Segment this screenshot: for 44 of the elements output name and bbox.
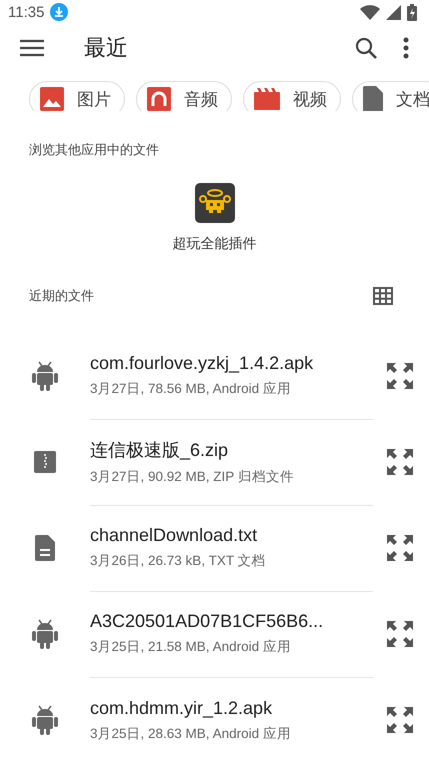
archive-icon <box>34 451 56 473</box>
document-icon <box>363 86 383 111</box>
file-name[interactable]: com.hdmm.yir_1.2.apk <box>90 698 373 718</box>
menu-button[interactable] <box>20 39 44 58</box>
image-icon <box>40 87 64 111</box>
status-time: 11:35 <box>8 4 44 21</box>
document-icon <box>35 535 55 561</box>
clapperboard-icon <box>254 88 280 110</box>
file-details: 3月25日, 21.58 MB, Android 应用 <box>90 638 292 656</box>
signal-icon <box>386 4 401 20</box>
file-name[interactable]: A3C20501AD07B1CF56B6... <box>90 611 373 632</box>
category-chip[interactable]: 音频 <box>136 81 232 111</box>
file-name[interactable]: channelDownload.txt <box>90 525 373 546</box>
expand-icon <box>385 361 415 391</box>
file-name[interactable]: 连信极速版_6.zip <box>90 438 373 462</box>
headphones-icon <box>147 87 171 111</box>
file-details: 3月26日, 26.73 kB, TXT 文档 <box>90 552 267 570</box>
expand-icon <box>385 705 415 735</box>
download-icon <box>50 3 68 22</box>
wifi-icon <box>360 4 380 20</box>
app-icon <box>194 183 234 223</box>
file-name[interactable]: com.fourlove.yzkj_1.4.2.apk <box>90 353 373 374</box>
expand-icon <box>385 447 415 477</box>
file-details: 3月25日, 28.63 MB, Android 应用 <box>90 724 292 742</box>
expand-icon <box>385 619 415 649</box>
category-chip[interactable]: 文档 <box>352 81 429 111</box>
grid-view-button[interactable] <box>373 287 393 305</box>
menu-icon <box>20 39 44 58</box>
screen-title: 最近 <box>84 34 129 62</box>
section-heading: 近期的文件 <box>29 287 94 305</box>
android-icon <box>32 619 58 649</box>
app-shortcut[interactable]: 超玩全能插件 <box>172 183 256 253</box>
category-chip[interactable]: 图片 <box>29 81 125 111</box>
file-details: 3月27日, 90.92 MB, ZIP 归档文件 <box>90 468 295 486</box>
expand-icon <box>385 533 415 563</box>
android-icon <box>32 361 58 391</box>
file-details: 3月27日, 78.56 MB, Android 应用 <box>90 380 292 398</box>
battery-icon <box>407 4 417 21</box>
grid-icon <box>373 287 393 305</box>
android-icon <box>32 705 58 735</box>
search-icon <box>355 37 377 60</box>
more-options-icon <box>403 37 409 60</box>
section-heading: 浏览其他应用中的文件 <box>28 141 160 159</box>
category-chip[interactable]: 视频 <box>243 81 341 111</box>
